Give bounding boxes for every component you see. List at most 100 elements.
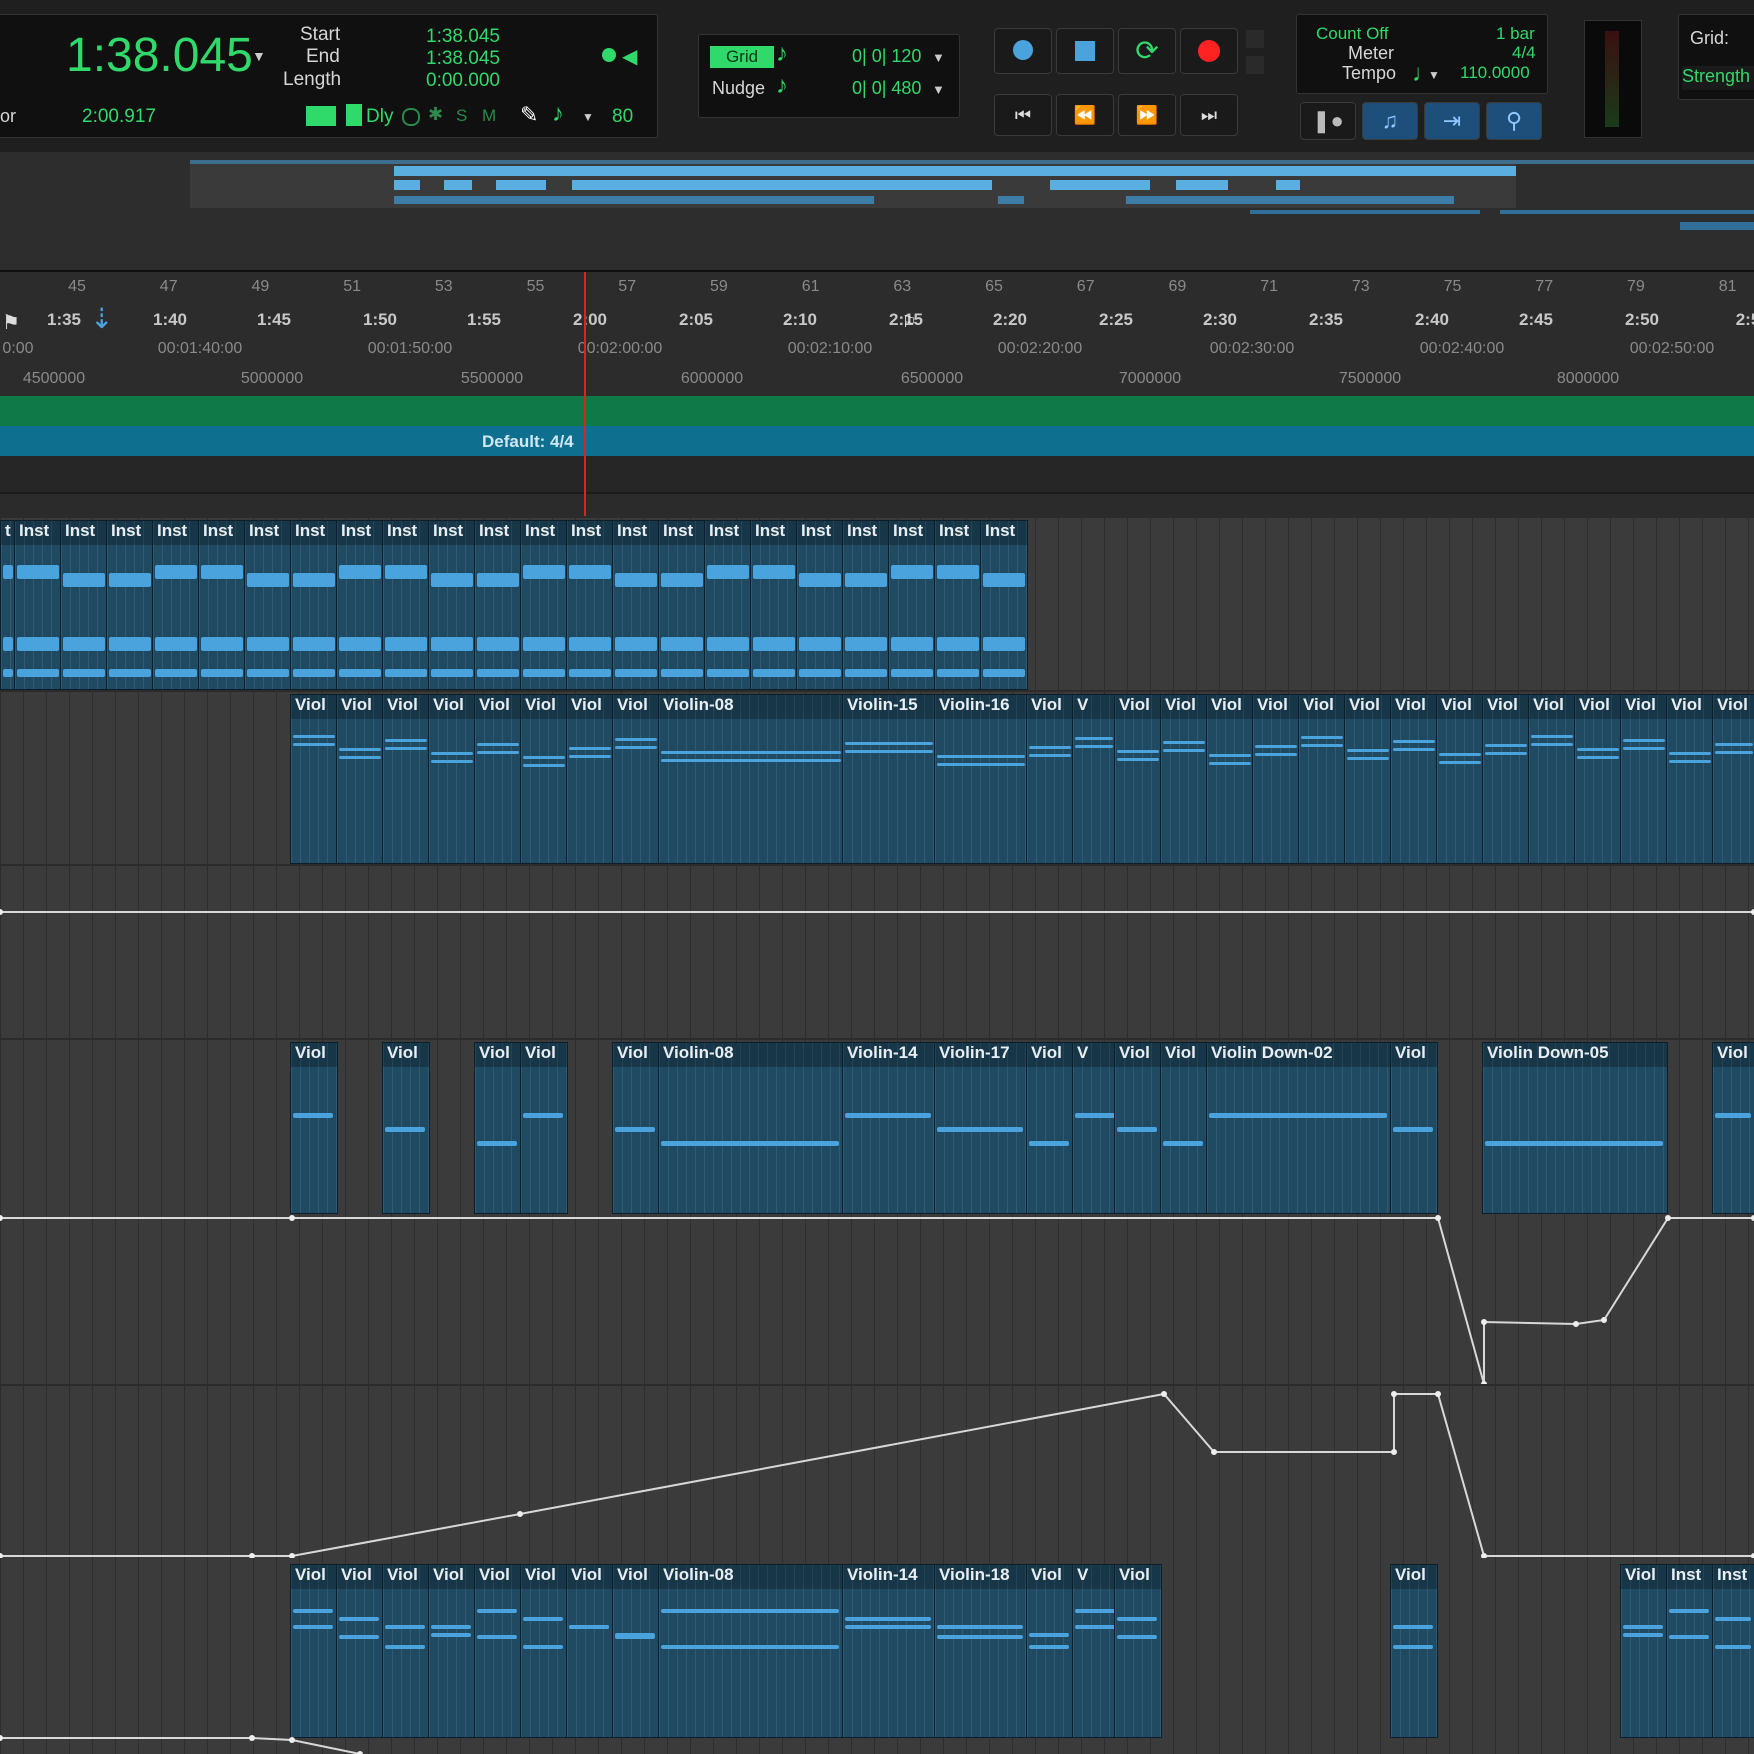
midi-clip[interactable]: Violin Down-02 <box>1206 1042 1392 1214</box>
automation-breakpoint[interactable] <box>1391 1391 1397 1397</box>
midi-note[interactable] <box>1669 1609 1709 1613</box>
midi-note[interactable] <box>339 637 381 651</box>
midi-note[interactable] <box>1029 1141 1069 1146</box>
midi-clip[interactable]: Viol <box>1620 694 1668 864</box>
midi-note[interactable] <box>1393 1625 1433 1629</box>
midi-note[interactable] <box>707 669 749 677</box>
midi-clip[interactable]: Viol <box>1390 694 1438 864</box>
automation-breakpoint[interactable] <box>289 1215 295 1221</box>
automation-breakpoint[interactable] <box>1481 1381 1487 1384</box>
midi-note[interactable] <box>63 669 105 677</box>
midi-note[interactable] <box>1393 748 1435 751</box>
midi-note[interactable] <box>3 565 13 579</box>
midi-note[interactable] <box>1439 761 1481 764</box>
automation-breakpoint[interactable] <box>289 1737 295 1743</box>
automation-line[interactable] <box>0 866 1754 1038</box>
midi-clip[interactable]: Viol <box>1026 1564 1074 1738</box>
midi-clip[interactable]: Inst <box>60 520 108 690</box>
midi-clip[interactable]: Violin-08 <box>658 694 844 864</box>
midi-note[interactable] <box>477 1141 517 1146</box>
midi-clip[interactable]: Viol <box>290 1564 338 1738</box>
record-button[interactable] <box>1180 28 1238 74</box>
midi-note[interactable] <box>523 764 565 767</box>
midi-clip[interactable]: Inst <box>1712 1564 1754 1738</box>
midi-note[interactable] <box>293 669 335 677</box>
midi-note[interactable] <box>155 669 197 677</box>
length-value[interactable]: 0:00.000 <box>426 70 500 92</box>
midi-note[interactable] <box>385 669 427 677</box>
automation-line[interactable] <box>0 1212 1754 1384</box>
midi-clip[interactable]: Viol <box>474 694 522 864</box>
midi-clip[interactable]: Violin-08 <box>658 1564 844 1738</box>
midi-note[interactable] <box>983 637 1025 651</box>
midi-note[interactable] <box>339 565 381 579</box>
midi-note[interactable] <box>523 1113 563 1118</box>
midi-clip[interactable]: Viol <box>1528 694 1576 864</box>
midi-clip[interactable]: Inst <box>14 520 62 690</box>
midi-clip[interactable]: Viol <box>566 694 614 864</box>
midi-clip[interactable]: Viol <box>1160 1042 1208 1214</box>
midi-note[interactable] <box>1075 1113 1115 1118</box>
midi-note[interactable] <box>615 1127 655 1132</box>
midi-note[interactable] <box>339 1617 379 1621</box>
midi-note[interactable] <box>891 637 933 651</box>
midi-clip[interactable]: Viol <box>612 1564 660 1738</box>
end-value[interactable]: 1:38.045 <box>426 48 500 70</box>
midi-clip[interactable]: Inst <box>566 520 614 690</box>
midi-clip[interactable]: Violin-16 <box>934 694 1028 864</box>
midi-note[interactable] <box>1715 1617 1751 1621</box>
midi-clip[interactable]: Viol <box>428 1564 476 1738</box>
input-icon[interactable] <box>346 104 362 126</box>
midi-note[interactable] <box>1209 762 1251 765</box>
tempo-ruler[interactable] <box>0 396 1754 426</box>
midi-note[interactable] <box>799 573 841 587</box>
midi-clip[interactable]: Inst <box>612 520 660 690</box>
automation-breakpoint[interactable] <box>1161 1391 1167 1397</box>
count-off-value[interactable]: 1 bar <box>1496 24 1535 44</box>
midi-note[interactable] <box>1347 749 1389 752</box>
midi-note[interactable] <box>1029 1645 1069 1649</box>
playhead[interactable] <box>584 272 586 516</box>
midi-clip[interactable]: V <box>1072 694 1116 864</box>
midi-note[interactable] <box>1163 1141 1203 1146</box>
midi-note[interactable] <box>845 742 933 745</box>
midi-clip[interactable]: Inst <box>244 520 292 690</box>
midi-note[interactable] <box>385 739 427 742</box>
midi-note[interactable] <box>1117 1617 1157 1621</box>
asterisk-icon[interactable]: ✱ <box>428 104 443 125</box>
nudge-label[interactable]: Nudge <box>712 78 765 99</box>
midi-note[interactable] <box>339 748 381 751</box>
midi-clip[interactable]: Violin-14 <box>842 1564 936 1738</box>
midi-clip[interactable]: Viol <box>1620 1564 1668 1738</box>
automation-breakpoint[interactable] <box>1601 1317 1607 1323</box>
midi-note[interactable] <box>615 1635 655 1639</box>
go-to-start-button[interactable]: ⏮ <box>994 94 1052 136</box>
midi-note[interactable] <box>477 743 519 746</box>
midi-note[interactable] <box>661 1645 839 1649</box>
midi-note[interactable] <box>615 669 657 677</box>
midi-note[interactable] <box>845 1617 931 1621</box>
midi-note[interactable] <box>661 1141 839 1146</box>
midi-note[interactable] <box>1715 1645 1751 1649</box>
midi-note[interactable] <box>431 1633 471 1637</box>
midi-note[interactable] <box>1623 1633 1663 1637</box>
midi-clip[interactable]: Inst <box>474 520 522 690</box>
midi-note[interactable] <box>1577 756 1619 759</box>
online-button[interactable] <box>994 28 1052 74</box>
midi-clip[interactable]: Viol <box>1666 694 1714 864</box>
secondary-counter[interactable]: 2:00.917 <box>82 106 156 128</box>
automation-line[interactable] <box>0 1386 1754 1558</box>
midi-note[interactable] <box>431 637 473 651</box>
midi-note[interactable] <box>661 1609 839 1613</box>
rewind-button[interactable]: ⏪ <box>1056 94 1114 136</box>
midi-clip[interactable]: Viol <box>428 694 476 864</box>
midi-clip[interactable]: Inst <box>382 520 430 690</box>
midi-note[interactable] <box>845 637 887 651</box>
midi-note[interactable] <box>109 637 151 651</box>
midi-note[interactable] <box>1075 1625 1115 1629</box>
midi-note[interactable] <box>1029 746 1071 749</box>
fast-forward-button[interactable]: ⏩ <box>1118 94 1176 136</box>
meter-ruler[interactable] <box>0 426 1754 456</box>
midi-note[interactable] <box>1117 758 1159 761</box>
midi-note[interactable] <box>3 637 13 651</box>
